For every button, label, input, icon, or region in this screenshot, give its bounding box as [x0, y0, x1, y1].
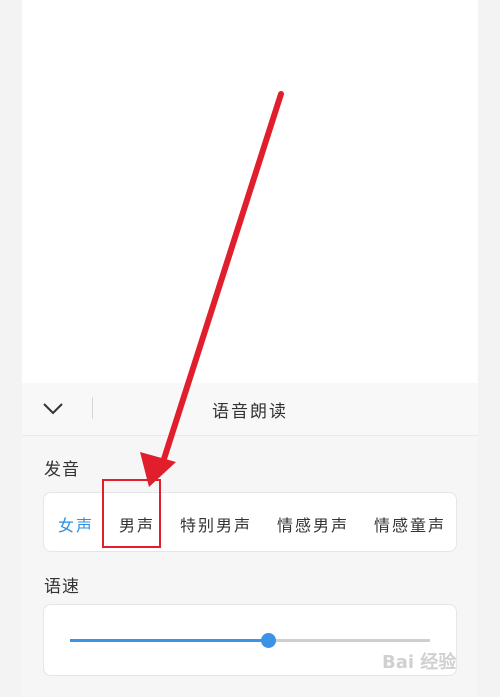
speed-label: 语速 [44, 577, 80, 597]
voice-option-emotional-child[interactable]: 情感童声 [374, 512, 446, 536]
watermark-logo: Bai 经验 [382, 652, 457, 673]
speed-slider-fill [70, 639, 268, 642]
annotation-highlight-box [102, 479, 161, 548]
pronunciation-label: 发音 [44, 460, 80, 480]
speed-slider-track[interactable] [70, 639, 430, 642]
voice-option-special-male[interactable]: 特别男声 [180, 512, 252, 536]
panel-title: 语音朗读 [212, 402, 288, 422]
voice-option-emotional-male[interactable]: 情感男声 [277, 512, 349, 536]
document-page-area [22, 0, 478, 383]
voice-option-female[interactable]: 女声 [58, 512, 94, 536]
panel-header: 语音朗读 [22, 383, 478, 436]
speed-slider-thumb[interactable] [261, 633, 276, 648]
